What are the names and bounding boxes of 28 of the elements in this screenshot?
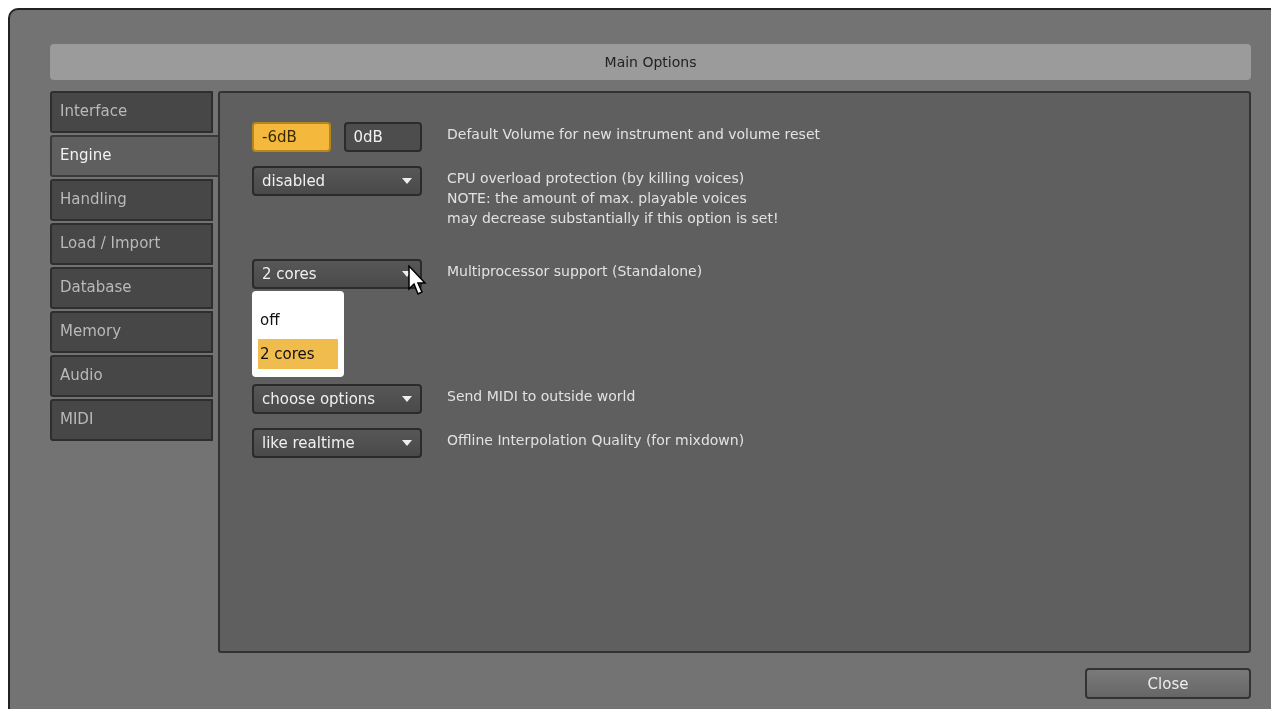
dropdown[interactable]: like realtime: [252, 428, 422, 458]
dropdown[interactable]: choose options: [252, 384, 422, 414]
caret-icon: [402, 440, 412, 446]
menu-option[interactable]: off: [258, 305, 338, 335]
option-description: Multiprocessor support (Standalone): [447, 262, 704, 281]
window-title: Main Options: [50, 44, 1251, 80]
sidebar-tab[interactable]: MIDI: [50, 399, 213, 441]
close-button[interactable]: Close: [1085, 668, 1251, 699]
option-description: Send MIDI to outside world: [447, 387, 637, 406]
sidebar-tab[interactable]: Interface: [50, 91, 213, 133]
dropdown[interactable]: disabled: [252, 166, 422, 196]
sidebar-tab[interactable]: Memory: [50, 311, 213, 353]
caret-icon: [402, 396, 412, 402]
sidebar-tab[interactable]: Audio: [50, 355, 213, 397]
caret-icon: [402, 178, 412, 184]
option-description: may decrease substantially if this option is set!: [447, 209, 780, 228]
volume-button[interactable]: 0dB: [343, 122, 422, 152]
option-description: CPU overload protection (by killing voices): [447, 169, 746, 188]
option-description: NOTE: the amount of max. playable voices: [447, 189, 748, 208]
sidebar-tab[interactable]: Load / Import: [50, 223, 213, 265]
sidebar-tab[interactable]: Database: [50, 267, 213, 309]
volume-button[interactable]: -6dB: [252, 122, 331, 152]
sidebar-tab[interactable]: Handling: [50, 179, 213, 221]
menu-option[interactable]: 2 cores: [258, 339, 338, 369]
sidebar-tab[interactable]: Engine: [50, 135, 218, 177]
mouse-pointer-icon: [408, 265, 428, 295]
option-description: Default Volume for new instrument and volume reset: [447, 125, 821, 144]
option-description: Offline Interpolation Quality (for mixdown): [447, 431, 746, 450]
